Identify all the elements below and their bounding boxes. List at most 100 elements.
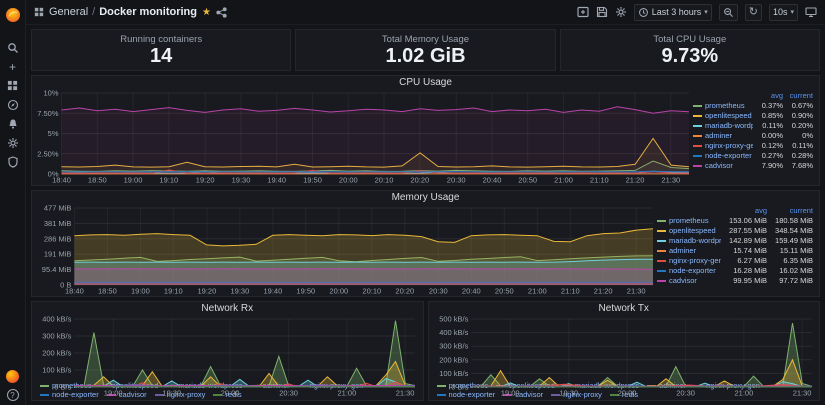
chevron-down-icon: ▾ <box>790 8 794 16</box>
svg-text:10%: 10% <box>43 90 58 98</box>
grafana-logo[interactable] <box>0 5 25 24</box>
favorite-star-icon[interactable]: ★ <box>202 7 211 18</box>
svg-text:0 B/s: 0 B/s <box>451 383 468 392</box>
svg-text:20:00: 20:00 <box>221 389 240 398</box>
cpu-usage-plot[interactable]: 18:4018:5019:0019:1019:2019:3019:4019:50… <box>34 90 693 184</box>
panel-title-network-rx[interactable]: Network Rx <box>32 302 423 316</box>
legend-series-cadvisor[interactable]: cadvisor7.90%7.68% <box>693 161 813 171</box>
server-admin-shield-icon[interactable] <box>0 152 25 171</box>
legend-series-nginx-proxy-gen[interactable]: nginx-proxy-gen0.12%0.11% <box>693 141 813 151</box>
svg-text:19:00: 19:00 <box>104 389 123 398</box>
svg-text:20:00: 20:00 <box>339 176 358 185</box>
svg-text:20:50: 20:50 <box>518 176 537 185</box>
svg-text:19:20: 19:20 <box>198 287 217 296</box>
svg-text:300 kB/s: 300 kB/s <box>42 332 71 341</box>
svg-text:20:50: 20:50 <box>495 287 514 296</box>
stat-label: Total Memory Usage <box>382 34 469 45</box>
zoom-out-button[interactable] <box>719 4 738 21</box>
panel-title-cpu[interactable]: CPU Usage <box>32 76 819 90</box>
svg-text:19:20: 19:20 <box>196 176 215 185</box>
network-rx-plot[interactable]: 19:0019:3020:0020:3021:0021:300 B/s100 k… <box>34 316 419 397</box>
legend-series-node-exporter[interactable]: node-exporter16.28 MiB16.02 MiB <box>657 266 813 276</box>
dashboards-icon[interactable] <box>0 76 25 95</box>
stat-panel-running-containers[interactable]: Running containers 14 <box>31 29 291 71</box>
legend-series-openlitespeed[interactable]: openlitespeed287.55 MiB348.54 MiB <box>657 226 813 236</box>
svg-text:2.50%: 2.50% <box>37 149 59 158</box>
svg-text:21:30: 21:30 <box>661 176 680 185</box>
legend-series-node-exporter[interactable]: node-exporter0.27%0.28% <box>693 151 813 161</box>
network-tx-chart[interactable]: 19:0019:3020:0020:3021:0021:300 B/s100 k… <box>431 316 816 380</box>
help-icon[interactable]: ? <box>7 389 19 401</box>
panel-title-memory[interactable]: Memory Usage <box>32 191 819 205</box>
search-icon[interactable] <box>0 38 25 57</box>
create-icon[interactable]: + <box>0 57 25 76</box>
legend-series-nginx-proxy-gen[interactable]: nginx-proxy-gen6.27 MiB6.35 MiB <box>657 256 813 266</box>
share-icon[interactable] <box>216 7 227 18</box>
legend-header: avgcurrent <box>693 91 813 101</box>
legend-series-prometheus[interactable]: prometheus0.37%0.67% <box>693 101 813 111</box>
svg-text:400 kB/s: 400 kB/s <box>42 316 71 324</box>
svg-text:20:30: 20:30 <box>676 389 695 398</box>
svg-text:381 MiB: 381 MiB <box>44 219 72 228</box>
legend-series-mariadb-wordpress[interactable]: mariadb-wordpress142.89 MiB159.49 MiB <box>657 236 813 246</box>
legend-series-openlitespeed[interactable]: openlitespeed0.85%0.90% <box>693 111 813 121</box>
refresh-interval-picker[interactable]: 10s ▾ <box>769 4 798 21</box>
svg-text:21:00: 21:00 <box>734 389 753 398</box>
svg-text:286 MiB: 286 MiB <box>44 234 72 243</box>
svg-text:20:10: 20:10 <box>362 287 381 296</box>
svg-text:21:30: 21:30 <box>627 287 646 296</box>
breadcrumb-folder[interactable]: General <box>49 6 88 18</box>
legend-series-mariadb-wordpress[interactable]: mariadb-wordpress0.11%0.20% <box>693 121 813 131</box>
explore-compass-icon[interactable] <box>0 95 25 114</box>
refresh-interval-label: 10s <box>773 7 788 17</box>
user-avatar[interactable] <box>6 370 19 383</box>
panel-network-rx: Network Rx 19:0019:3020:0020:3021:0021:3… <box>31 301 424 401</box>
svg-text:21:30: 21:30 <box>396 389 415 398</box>
legend-header: avgcurrent <box>657 206 813 216</box>
svg-text:19:00: 19:00 <box>131 287 150 296</box>
legend-series-adminer[interactable]: adminer15.74 MiB15.11 MiB <box>657 246 813 256</box>
panel-title-network-tx[interactable]: Network Tx <box>429 302 820 316</box>
svg-text:19:40: 19:40 <box>267 176 286 185</box>
cycle-view-monitor-icon[interactable] <box>805 6 817 18</box>
series-color-mark <box>657 220 666 222</box>
svg-text:19:10: 19:10 <box>164 287 183 296</box>
network-tx-plot[interactable]: 19:0019:3020:0020:3021:0021:300 B/s100 k… <box>431 316 816 397</box>
svg-text:20:30: 20:30 <box>429 287 448 296</box>
time-range-picker[interactable]: Last 3 hours ▾ <box>634 4 712 21</box>
add-panel-icon[interactable] <box>577 6 589 18</box>
network-row: Network Rx 19:0019:3020:0020:3021:0021:3… <box>31 301 820 401</box>
network-rx-chart[interactable]: 19:0019:3020:0020:3021:0021:300 B/s100 k… <box>34 316 419 380</box>
svg-text:95.4 MiB: 95.4 MiB <box>42 265 72 274</box>
stat-value: 1.02 GiB <box>385 46 465 67</box>
svg-text:100 kB/s: 100 kB/s <box>42 366 71 375</box>
svg-text:0%: 0% <box>48 170 59 179</box>
dashboard-settings-icon[interactable] <box>615 6 627 18</box>
stat-panel-total-cpu[interactable]: Total CPU Usage 9.73% <box>560 29 820 71</box>
memory-usage-plot[interactable]: 18:4018:5019:0019:1019:2019:3019:4019:50… <box>34 205 657 295</box>
svg-text:300 kB/s: 300 kB/s <box>439 342 468 351</box>
legend-series-prometheus[interactable]: prometheus153.06 MiB180.58 MiB <box>657 216 813 226</box>
stat-label: Total CPU Usage <box>653 34 726 45</box>
configuration-gear-icon[interactable] <box>0 133 25 152</box>
refresh-button[interactable]: ↻ <box>745 4 762 21</box>
breadcrumb: General / Docker monitoring <box>49 6 197 18</box>
svg-text:21:10: 21:10 <box>590 176 609 185</box>
svg-text:200 kB/s: 200 kB/s <box>42 349 71 358</box>
alerting-bell-icon[interactable] <box>0 114 25 133</box>
panel-memory-usage: Memory Usage 18:4018:5019:0019:1019:2019… <box>31 190 820 297</box>
legend-series-cadvisor[interactable]: cadvisor99.95 MiB97.72 MiB <box>657 276 813 286</box>
stat-value: 9.73% <box>661 46 718 67</box>
legend-series-adminer[interactable]: adminer0.00%0% <box>693 131 813 141</box>
dashboard-grid-icon[interactable] <box>34 7 44 17</box>
top-navbar: General / Docker monitoring ★ Last 3 hou… <box>26 0 825 25</box>
series-color-mark <box>693 135 702 137</box>
svg-text:191 MiB: 191 MiB <box>44 250 72 259</box>
memory-usage-chart[interactable]: 18:4018:5019:0019:1019:2019:3019:4019:50… <box>34 205 657 295</box>
dashboard-title[interactable]: Docker monitoring <box>99 6 197 18</box>
svg-text:7.50%: 7.50% <box>37 109 59 118</box>
svg-text:21:00: 21:00 <box>338 389 357 398</box>
save-dashboard-icon[interactable] <box>596 6 608 18</box>
cpu-usage-chart[interactable]: 18:4018:5019:0019:1019:2019:3019:4019:50… <box>34 90 693 184</box>
stat-panel-total-memory[interactable]: Total Memory Usage 1.02 GiB <box>295 29 555 71</box>
